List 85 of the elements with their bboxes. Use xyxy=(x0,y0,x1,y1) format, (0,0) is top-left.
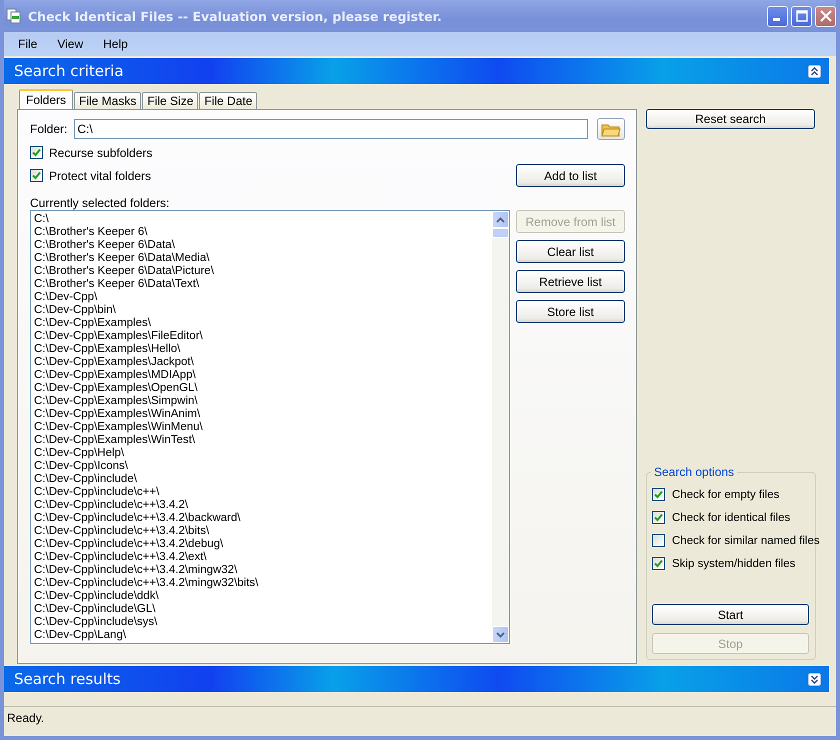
folder-item[interactable]: C:\Dev-Cpp\include\ xyxy=(34,473,489,486)
scroll-thumb[interactable] xyxy=(492,228,509,238)
folder-item[interactable]: C:\Dev-Cpp\Examples\ xyxy=(34,317,489,330)
folder-label: Folder: xyxy=(30,122,68,136)
minimize-button[interactable] xyxy=(767,6,788,26)
close-button[interactable] xyxy=(815,6,836,26)
section-title: Search results xyxy=(14,670,121,688)
checkbox[interactable] xyxy=(652,511,665,524)
checkbox[interactable] xyxy=(652,557,665,570)
browse-button[interactable] xyxy=(597,118,625,140)
minimize-icon xyxy=(772,18,780,21)
folder-item[interactable]: C:\Dev-Cpp\include\c++\3.4.2\debug\ xyxy=(34,538,489,551)
scrollbar[interactable] xyxy=(492,211,509,643)
folder-item[interactable]: C:\Dev-Cpp\include\c++\3.4.2\bits\ xyxy=(34,525,489,538)
folder-item[interactable]: C:\Brother's Keeper 6\Data\Picture\ xyxy=(34,265,489,278)
checkbox[interactable] xyxy=(30,169,43,182)
folder-item[interactable]: C:\Dev-Cpp\Examples\Jackpot\ xyxy=(34,356,489,369)
folder-item[interactable]: C:\Dev-Cpp\Icons\ xyxy=(34,460,489,473)
scroll-down-button[interactable] xyxy=(492,626,509,643)
folder-item[interactable]: C:\Dev-Cpp\Examples\FileEditor\ xyxy=(34,330,489,343)
folder-item[interactable]: C:\Dev-Cpp\Help\ xyxy=(34,447,489,460)
folder-item[interactable]: C:\Dev-Cpp\include\sys\ xyxy=(34,616,489,629)
folder-item[interactable]: C:\Dev-Cpp\Lang\ xyxy=(34,629,489,642)
folder-item[interactable]: C:\Dev-Cpp\include\ddk\ xyxy=(34,590,489,603)
checkbox-label: Protect vital folders xyxy=(49,168,152,182)
window-title: Check Identical Files -- Evaluation version, please register. xyxy=(28,8,442,24)
checkbox-label: Check for similar named files xyxy=(672,534,820,546)
folder-item[interactable]: C:\Dev-Cpp\Examples\Simpwin\ xyxy=(34,395,489,408)
checkbox[interactable] xyxy=(652,534,665,547)
checkbox-label: Recurse subfolders xyxy=(49,146,152,160)
list-button[interactable]: Clear list xyxy=(516,240,625,263)
collapse-icon[interactable] xyxy=(808,64,821,78)
folder-item[interactable]: C:\Dev-Cpp\Examples\WinTest\ xyxy=(34,434,489,447)
folder-item[interactable]: C:\Dev-Cpp\bin\ xyxy=(34,304,489,317)
list-label: Currently selected folders: xyxy=(30,196,170,210)
folder-item[interactable]: C:\Dev-Cpp\ xyxy=(34,291,489,304)
scroll-up-button[interactable] xyxy=(492,211,509,228)
group-title: Search options xyxy=(651,465,738,479)
menu-item[interactable]: Help xyxy=(93,37,138,51)
folder-field[interactable]: C:\ xyxy=(74,119,588,139)
checkbox[interactable] xyxy=(30,146,43,159)
folder-item[interactable]: C:\Brother's Keeper 6\Data\ xyxy=(34,239,489,252)
tab[interactable]: File Masks xyxy=(74,92,142,109)
tab[interactable]: File Date xyxy=(199,92,258,109)
checkbox[interactable] xyxy=(652,488,665,501)
menu-item[interactable]: File xyxy=(8,37,48,51)
folder-item[interactable]: C:\Brother's Keeper 6\Data\Text\ xyxy=(34,278,489,291)
section-title: Search criteria xyxy=(14,62,124,80)
folder-item[interactable]: C:\Dev-Cpp\Examples\Hello\ xyxy=(34,343,489,356)
folder-item[interactable]: C:\Dev-Cpp\Examples\WinMenu\ xyxy=(34,421,489,434)
add-to-list-button[interactable]: Add to list xyxy=(516,164,625,187)
tab[interactable]: File Size xyxy=(142,92,198,109)
checkbox-label: Check for empty files xyxy=(672,488,780,500)
menu-item[interactable]: View xyxy=(47,37,94,51)
section-header[interactable]: Search criteria xyxy=(4,58,829,84)
maximize-icon xyxy=(796,10,808,22)
section-header[interactable]: Search results xyxy=(4,666,829,692)
folder-item[interactable]: C:\Brother's Keeper 6\Data\Media\ xyxy=(34,252,489,265)
folder-item[interactable]: C:\Dev-Cpp\Examples\MDIApp\ xyxy=(34,369,489,382)
app-icon xyxy=(6,8,22,24)
caret-up-icon xyxy=(496,216,505,222)
folder-item[interactable]: C:\ xyxy=(34,213,489,226)
folder-item[interactable]: C:\Brother's Keeper 6\ xyxy=(34,226,489,239)
checkbox-label: Skip system/hidden files xyxy=(672,558,796,570)
status-text: Ready. xyxy=(7,710,44,724)
list-button[interactable]: Retrieve list xyxy=(516,270,625,293)
tab[interactable]: Folders xyxy=(19,89,74,109)
reset-search-button[interactable]: Reset search xyxy=(646,109,815,129)
maximize-button[interactable] xyxy=(791,6,812,26)
start-button[interactable]: Start xyxy=(652,604,809,625)
folder-item[interactable]: C:\Dev-Cpp\include\c++\3.4.2\mingw32\ xyxy=(34,564,489,577)
expand-icon[interactable] xyxy=(808,672,821,686)
folder-item[interactable]: C:\Dev-Cpp\include\c++\3.4.2\backward\ xyxy=(34,512,489,525)
folder-item[interactable]: C:\Dev-Cpp\include\GL\ xyxy=(34,603,489,616)
folder-item[interactable]: C:\Dev-Cpp\include\c++\ xyxy=(34,486,489,499)
folder-item[interactable]: C:\Dev-Cpp\include\c++\3.4.2\ext\ xyxy=(34,551,489,564)
list-button[interactable]: Store list xyxy=(516,300,625,323)
caret-down-icon xyxy=(496,632,505,638)
folder-item[interactable]: C:\Dev-Cpp\include\c++\3.4.2\mingw32\bits\ xyxy=(34,577,489,590)
folder-item[interactable]: C:\Dev-Cpp\Examples\WinAnim\ xyxy=(34,408,489,421)
folder-item[interactable]: C:\Dev-Cpp\Examples\OpenGL\ xyxy=(34,382,489,395)
checkbox-label: Check for identical files xyxy=(672,512,790,524)
folder-item[interactable]: C:\Dev-Cpp\include\c++\3.4.2\ xyxy=(34,499,489,512)
close-icon xyxy=(820,10,832,22)
folder-list[interactable] xyxy=(30,210,510,644)
